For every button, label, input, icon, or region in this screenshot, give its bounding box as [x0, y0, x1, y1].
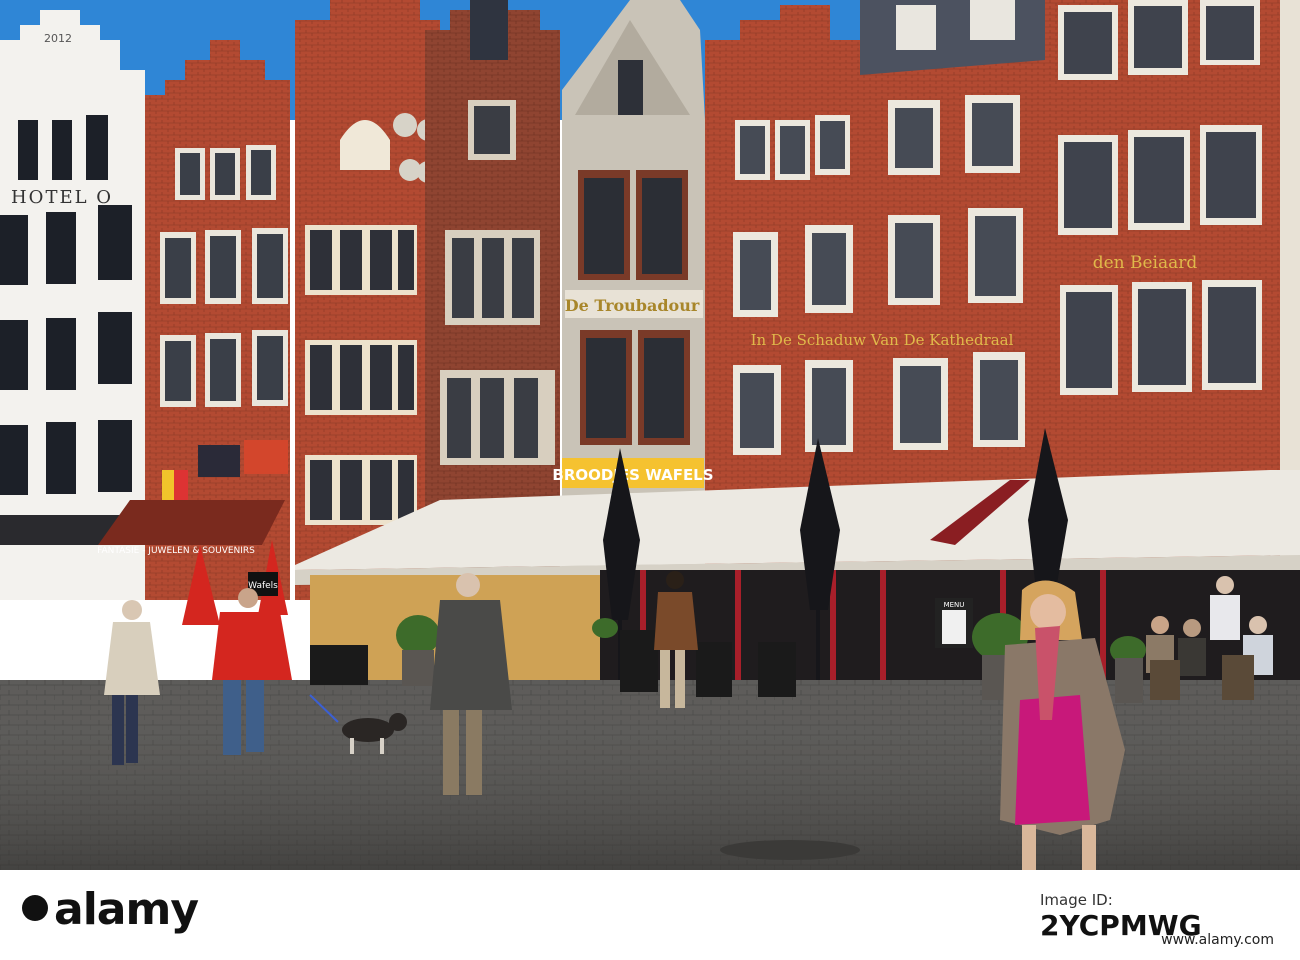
year-label: 2012 [44, 32, 72, 45]
image-id-label: Image ID: [1040, 891, 1113, 909]
hotel-sign: HOTEL O [11, 187, 113, 208]
menu-board-text: MENU [944, 601, 965, 609]
souvenir-awning [98, 500, 285, 545]
manhole-cover [720, 840, 860, 860]
stock-logo: alamy [22, 884, 199, 935]
troubadour-sign: De Troubadour [565, 296, 700, 315]
stock-logo-text: alamy [54, 884, 199, 935]
stock-url: www.alamy.com [1161, 932, 1274, 948]
stock-credit-bar: alamy Image ID: 2YCPMWG www.alamy.com [0, 870, 1300, 960]
logo-circle-icon [22, 895, 48, 921]
scene-svg: 2012 HOTEL O De Troubadour In De Schaduw… [0, 0, 1300, 870]
broodjes-wafels-sign: BROODJES WAFELS [552, 466, 713, 484]
market-square-photo: 2012 HOTEL O De Troubadour In De Schaduw… [0, 0, 1300, 870]
fantasie-sign: FANTASIE - JUWELEN & SOUVENIRS [97, 546, 255, 556]
kathedraal-sign: In De Schaduw Van De Kathedraal [751, 331, 1014, 349]
beiaard-sign: den Beiaard [1093, 253, 1198, 273]
